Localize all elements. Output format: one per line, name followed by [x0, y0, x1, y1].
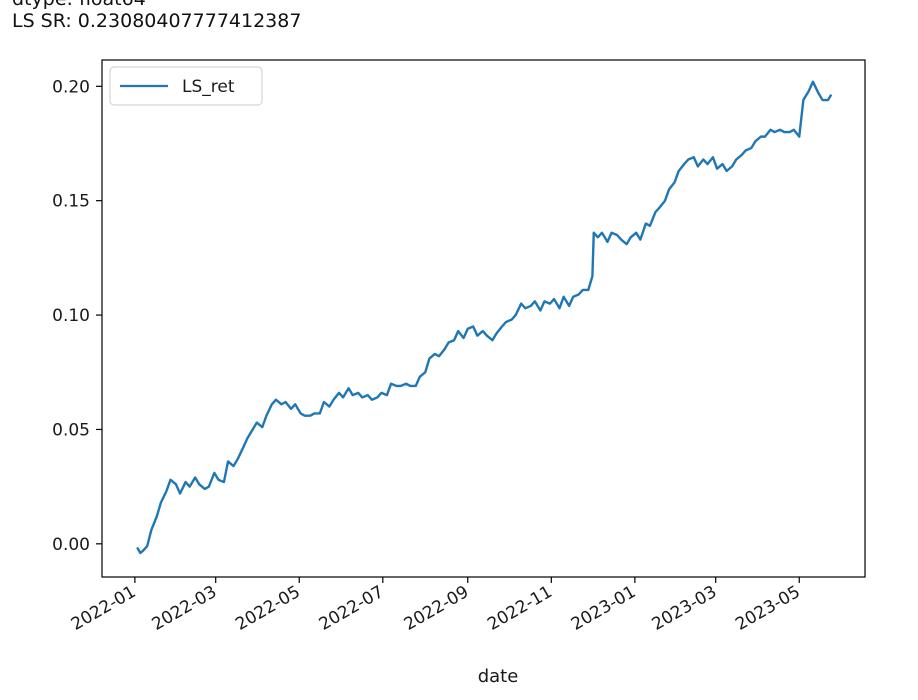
line-chart: 2022-01 2022-03 2022-05 2022-07 2022-09 2022-…: [52, 59, 866, 687]
x-axis: 2022-01 2022-03 2022-05 2022-07 2022-09 2022-…: [68, 577, 804, 635]
plot-area-frame: [101, 59, 866, 578]
x-tick-label: 2022-09: [401, 582, 473, 635]
y-tick-label: 0.15: [52, 192, 90, 212]
x-tick-label: 2023-01: [568, 582, 640, 635]
y-tick-label: 0.00: [52, 535, 90, 555]
x-tick-label: 2022-03: [149, 582, 221, 635]
x-tick-label: 2022-11: [484, 582, 556, 635]
y-tick-label: 0.05: [52, 420, 90, 440]
y-tick-label: 0.10: [52, 306, 90, 326]
x-tick-label: 2023-03: [649, 582, 721, 635]
series-line-ls-ret: [136, 80, 832, 555]
x-tick-label: 2022-05: [232, 582, 304, 635]
x-tick-label: 2023-05: [732, 582, 804, 635]
x-tick-label: 2022-07: [316, 582, 388, 635]
legend-label-ls-ret: LS_ret: [182, 77, 235, 97]
x-axis-label: date: [478, 666, 519, 687]
x-tick-label: 2022-01: [68, 582, 140, 635]
y-axis: 0.00 0.05 0.10 0.15 0.20: [52, 77, 102, 555]
legend: LS_ret: [109, 66, 263, 106]
y-tick-label: 0.20: [52, 77, 90, 97]
series-layer: [136, 80, 832, 555]
